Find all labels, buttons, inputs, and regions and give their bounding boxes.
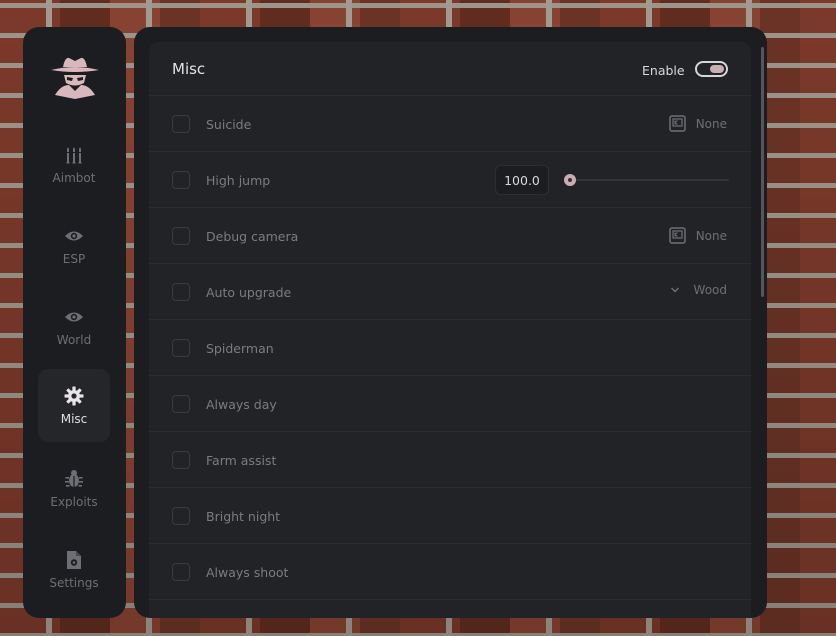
enable-label: Enable xyxy=(642,63,685,78)
file-settings-icon xyxy=(67,550,81,569)
nav-item-settings[interactable]: Settings xyxy=(38,533,110,606)
bullets-icon xyxy=(66,147,82,163)
always-shoot-checkbox[interactable] xyxy=(172,563,190,581)
sidebar: Aimbot ESP World Misc Exploits Settings xyxy=(23,27,126,618)
toggle-knob xyxy=(710,65,724,73)
dropdown-value: Wood xyxy=(693,283,727,297)
row-label: Spiderman xyxy=(206,341,274,356)
high-jump-value-input[interactable]: 100.0 xyxy=(495,165,549,195)
row-label: Suicide xyxy=(206,117,252,132)
nav-label: World xyxy=(56,332,92,347)
nav-label: ESP xyxy=(62,251,86,266)
row-label: Farm assist xyxy=(206,453,277,468)
row-label: High jump xyxy=(206,173,271,188)
nav-label: Misc xyxy=(60,411,88,426)
bright-night-checkbox[interactable] xyxy=(172,507,190,525)
chevron-down-icon xyxy=(670,287,679,293)
eye-icon xyxy=(65,312,83,321)
suicide-keybind[interactable]: None xyxy=(668,115,727,132)
debug-camera-keybind[interactable]: None xyxy=(668,227,727,244)
card-header: Misc Enable xyxy=(149,42,751,96)
row-label: Always day xyxy=(206,397,277,412)
debug-camera-checkbox[interactable] xyxy=(172,227,190,245)
nav-item-misc[interactable]: Misc xyxy=(38,369,110,442)
farm-assist-checkbox[interactable] xyxy=(172,451,190,469)
keybind-value: None xyxy=(695,228,727,243)
nav-item-esp[interactable]: ESP xyxy=(38,209,110,282)
nav-item-aimbot[interactable]: Aimbot xyxy=(38,128,110,201)
row-label: Bright night xyxy=(206,509,281,524)
main-panel: Misc Enable Suicide None High jump 100.0… xyxy=(134,27,767,618)
page-title: Misc xyxy=(172,60,206,78)
row-auto-upgrade: Auto upgrade Wood xyxy=(149,264,751,320)
misc-card: Misc Enable Suicide None High jump 100.0… xyxy=(149,42,751,618)
nav-item-exploits[interactable]: Exploits xyxy=(38,452,110,525)
auto-upgrade-dropdown[interactable]: Wood xyxy=(670,283,727,297)
spiderman-checkbox[interactable] xyxy=(172,339,190,357)
nav-label: Settings xyxy=(49,575,99,590)
keybind-value: None xyxy=(695,116,727,131)
row-debug-camera: Debug camera None xyxy=(149,208,751,264)
row-label: Always shoot xyxy=(206,565,289,580)
row-always-day: Always day xyxy=(149,376,751,432)
row-spiderman: Spiderman xyxy=(149,320,751,376)
nav-label: Aimbot xyxy=(52,170,96,185)
bug-icon xyxy=(65,469,83,487)
row-suicide: Suicide None xyxy=(149,96,751,152)
row-bright-night: Bright night xyxy=(149,488,751,544)
keyboard-key-icon xyxy=(668,227,686,244)
always-day-checkbox[interactable] xyxy=(172,395,190,413)
high-jump-slider[interactable] xyxy=(564,174,729,186)
auto-upgrade-checkbox[interactable] xyxy=(172,283,190,301)
gear-icon xyxy=(64,386,84,405)
row-farm-assist: Farm assist xyxy=(149,432,751,488)
nav-item-world[interactable]: World xyxy=(38,290,110,363)
high-jump-checkbox[interactable] xyxy=(172,171,190,189)
nav-label: Exploits xyxy=(50,494,98,509)
suicide-checkbox[interactable] xyxy=(172,115,190,133)
row-always-shoot: Always shoot xyxy=(149,544,751,600)
spy-logo-icon xyxy=(51,57,99,99)
row-high-jump: High jump 100.0 xyxy=(149,152,751,208)
slider-thumb[interactable] xyxy=(564,174,576,186)
eye-icon xyxy=(65,231,83,240)
row-label: Auto upgrade xyxy=(206,285,292,300)
scrollbar[interactable] xyxy=(761,47,764,297)
row-label: Debug camera xyxy=(206,229,299,244)
enable-toggle[interactable] xyxy=(695,61,728,77)
keyboard-key-icon xyxy=(668,115,686,132)
